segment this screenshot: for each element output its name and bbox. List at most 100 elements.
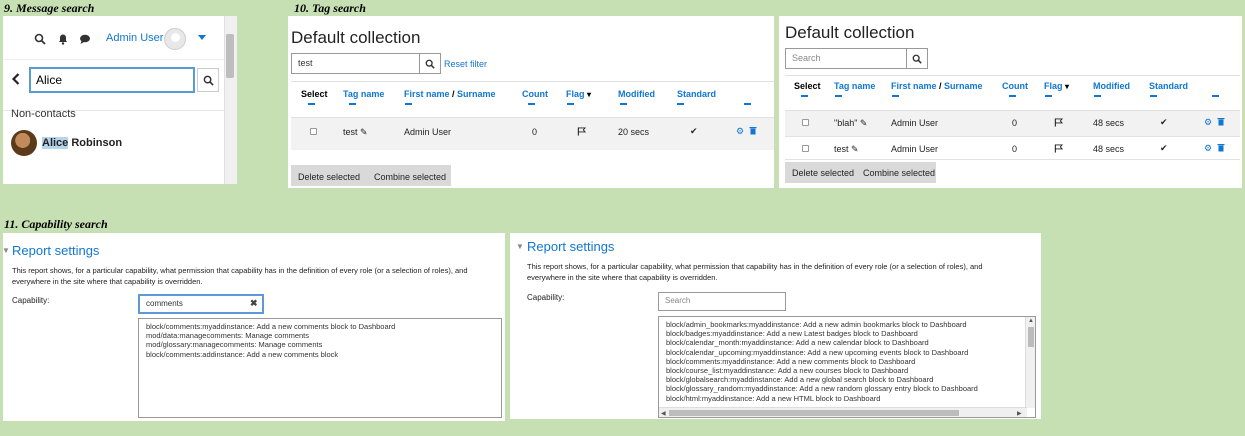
list-item[interactable]: block/calendar_upcoming:myaddinstance: A… — [666, 348, 978, 357]
tag-link[interactable]: test ✎ — [834, 144, 859, 155]
collapse-standard-icon[interactable] — [677, 103, 684, 105]
gear-icon[interactable]: ⚙ — [1204, 117, 1212, 127]
scrollbar[interactable] — [224, 16, 237, 184]
collapse-flag-icon[interactable] — [567, 103, 574, 105]
column-header-count[interactable]: Count — [522, 89, 548, 99]
collapse-count-icon[interactable] — [528, 103, 535, 105]
collapse-modified-icon[interactable] — [1094, 95, 1101, 97]
column-header-flag[interactable]: Flag ▾ — [1044, 81, 1069, 91]
collapse-tag-icon[interactable] — [349, 103, 356, 105]
flag-icon[interactable] — [577, 127, 587, 138]
capability-search-input[interactable]: Search — [658, 292, 786, 311]
collapse-tag-icon[interactable] — [835, 95, 842, 97]
list-item[interactable]: block/course_list:myaddinstance: Add a n… — [666, 366, 978, 375]
collapse-standard-icon[interactable] — [1150, 95, 1157, 97]
collapse-name-icon[interactable] — [892, 95, 899, 97]
capability-list[interactable]: block/comments:myaddinstance: Add a new … — [138, 318, 502, 418]
chevron-left-icon[interactable] — [9, 71, 23, 87]
delete-selected-button[interactable]: Delete selected — [298, 172, 360, 182]
message-search-input[interactable]: Alice — [29, 67, 195, 93]
report-settings-heading[interactable]: Report settings — [527, 239, 614, 254]
trash-icon[interactable] — [749, 126, 757, 137]
pencil-icon[interactable]: ✎ — [360, 127, 368, 137]
sort-surname[interactable]: Surname — [944, 81, 983, 91]
column-header-modified[interactable]: Modified — [1093, 81, 1130, 91]
list-item[interactable]: block/comments:myaddinstance: Add a new … — [666, 357, 978, 366]
check-icon[interactable]: ✔ — [1160, 143, 1168, 153]
bell-icon[interactable] — [55, 31, 71, 47]
list-item[interactable]: block/html:myaddinstance: Add a new HTML… — [666, 394, 978, 403]
horizontal-scrollbar[interactable]: ◀ ▶ — [659, 407, 1027, 417]
list-item[interactable]: block/globalsearch:myaddinstance: Add a … — [666, 375, 978, 384]
scroll-up-icon[interactable]: ▲ — [1028, 318, 1034, 324]
scroll-right-icon[interactable]: ▶ — [1017, 410, 1022, 417]
collapse-flag-icon[interactable] — [1045, 95, 1052, 97]
combine-selected-button[interactable]: Combine selected — [863, 168, 935, 178]
row-select-checkbox[interactable] — [802, 145, 809, 152]
row-select-checkbox[interactable] — [310, 128, 317, 135]
trash-icon[interactable] — [1217, 117, 1225, 128]
vertical-scrollbar[interactable]: ▲ — [1025, 317, 1035, 408]
collapse-select-icon[interactable] — [801, 95, 808, 97]
collapse-actions-icon[interactable] — [744, 103, 751, 105]
chat-icon[interactable] — [77, 31, 93, 47]
delete-selected-button[interactable]: Delete selected — [792, 168, 854, 178]
gear-icon[interactable]: ⚙ — [736, 126, 744, 136]
column-header-count[interactable]: Count — [1002, 81, 1028, 91]
vertical-scrollbar-thumb[interactable] — [1028, 327, 1034, 347]
collapse-count-icon[interactable] — [1009, 95, 1016, 97]
reset-filter-link[interactable]: Reset filter — [444, 59, 487, 69]
user-link[interactable]: Admin User — [891, 144, 938, 154]
message-search-button[interactable] — [197, 68, 219, 92]
user-link[interactable]: Admin User — [404, 127, 451, 137]
list-item[interactable]: mod/glossary:managecomments: Manage comm… — [146, 340, 494, 349]
sort-surname[interactable]: Surname — [457, 89, 496, 99]
avatar[interactable] — [164, 28, 186, 50]
tag-link[interactable]: test ✎ — [343, 127, 368, 138]
column-header-tag-name[interactable]: Tag name — [834, 81, 875, 91]
list-item[interactable]: block/glossary_random:myaddinstance: Add… — [666, 384, 978, 393]
tag-filter-input[interactable]: Search — [785, 48, 907, 69]
column-header-modified[interactable]: Modified — [618, 89, 655, 99]
collapse-name-icon[interactable] — [405, 103, 412, 105]
list-item[interactable]: block/badges:myaddinstance: Add a new La… — [666, 329, 978, 338]
horizontal-scrollbar-thumb[interactable] — [669, 410, 959, 416]
trash-icon[interactable] — [1217, 143, 1225, 154]
collapse-actions-icon[interactable] — [1212, 95, 1219, 97]
collapse-caret-icon[interactable]: ▼ — [3, 246, 10, 255]
user-menu-name[interactable]: Admin User — [106, 32, 163, 44]
gear-icon[interactable]: ⚙ — [1204, 143, 1212, 153]
check-icon[interactable]: ✔ — [1160, 117, 1168, 127]
tag-link[interactable]: "blah" ✎ — [834, 118, 867, 129]
sort-first-name[interactable]: First name — [891, 81, 937, 91]
flag-icon[interactable] — [1054, 118, 1064, 129]
tag-filter-input[interactable]: test — [291, 53, 420, 74]
sort-first-name[interactable]: First name — [404, 89, 450, 99]
user-link[interactable]: Admin User — [891, 118, 938, 128]
check-icon[interactable]: ✔ — [690, 126, 698, 136]
collapse-caret-icon[interactable]: ▼ — [516, 242, 524, 251]
combine-selected-button[interactable]: Combine selected — [374, 172, 446, 182]
clear-icon[interactable]: ✖ — [250, 298, 258, 309]
collapse-modified-icon[interactable] — [620, 103, 627, 105]
list-item[interactable]: block/calendar_month:myaddinstance: Add … — [666, 338, 978, 347]
caret-down-icon[interactable] — [196, 32, 208, 44]
list-item[interactable]: block/admin_bookmarks:myaddinstance: Add… — [666, 320, 978, 329]
column-header-standard[interactable]: Standard — [677, 89, 716, 99]
scrollbar-thumb[interactable] — [226, 34, 234, 78]
scroll-left-icon[interactable]: ◀ — [661, 410, 666, 417]
pencil-icon[interactable]: ✎ — [851, 144, 859, 154]
list-item[interactable]: block/comments:addinstance: Add a new co… — [146, 350, 494, 359]
column-header-standard[interactable]: Standard — [1149, 81, 1188, 91]
row-select-checkbox[interactable] — [802, 119, 809, 126]
capability-search-input[interactable]: comments — [138, 294, 264, 314]
collapse-select-icon[interactable] — [308, 103, 315, 105]
column-header-tag-name[interactable]: Tag name — [343, 89, 384, 99]
tag-filter-button[interactable] — [907, 48, 928, 69]
tag-filter-button[interactable] — [420, 53, 441, 74]
capability-list[interactable]: block/admin_bookmarks:myaddinstance: Add… — [658, 316, 1036, 418]
list-item[interactable]: block/comments:myaddinstance: Add a new … — [146, 322, 494, 331]
contact-item[interactable]: Alice Robinson — [11, 128, 122, 158]
report-settings-heading[interactable]: Report settings — [12, 243, 99, 258]
flag-icon[interactable] — [1054, 144, 1064, 155]
